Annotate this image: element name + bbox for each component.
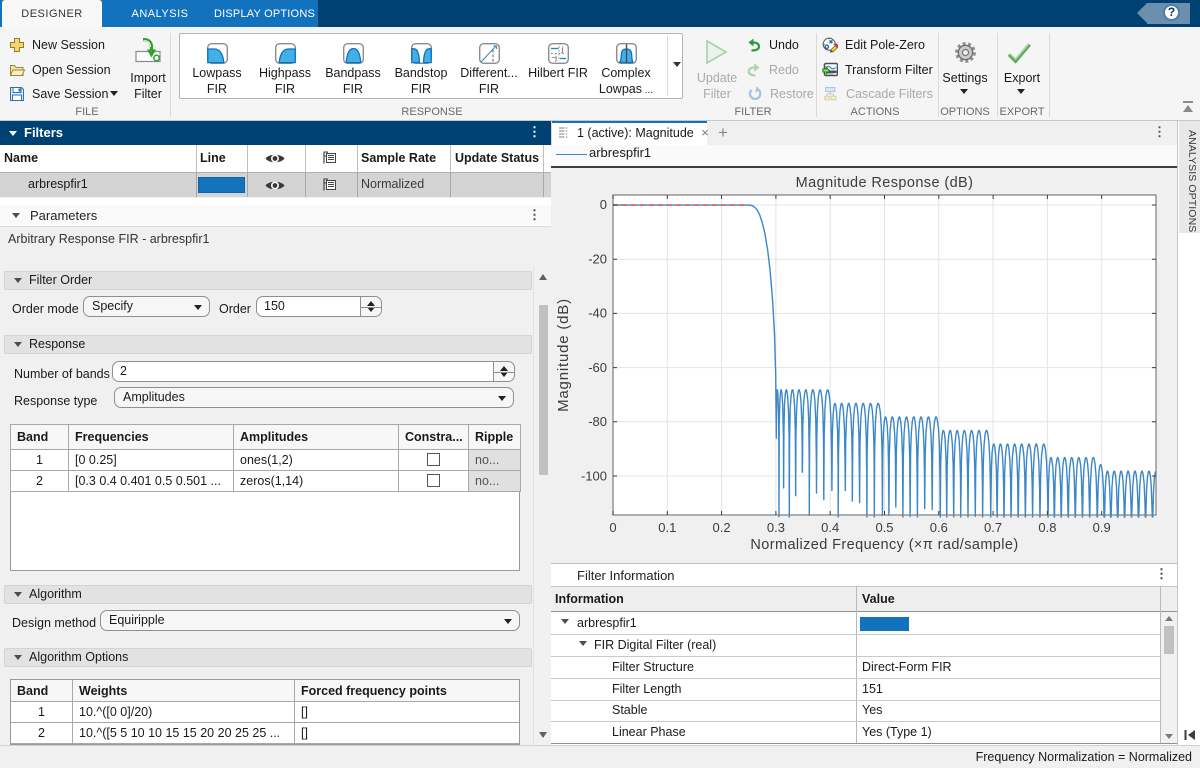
svg-text:Normalized Frequency (×π rad/s: Normalized Frequency (×π rad/sample) — [750, 537, 1018, 553]
svg-text:-80: -80 — [588, 414, 607, 429]
svg-text:-60: -60 — [588, 360, 607, 375]
svg-text:0.7: 0.7 — [984, 520, 1002, 535]
svg-text:-100: -100 — [581, 468, 607, 483]
svg-text:0: 0 — [609, 520, 616, 535]
svg-text:0.8: 0.8 — [1038, 520, 1056, 535]
svg-text:-40: -40 — [588, 306, 607, 321]
svg-text:j: j — [560, 46, 563, 53]
svg-text:0.5: 0.5 — [875, 520, 893, 535]
svg-text:0.3: 0.3 — [767, 520, 785, 535]
svg-text:Magnitude Response (dB): Magnitude Response (dB) — [796, 175, 974, 191]
svg-text:0: 0 — [600, 197, 607, 212]
svg-text:-20: -20 — [588, 252, 607, 267]
svg-text:0.1: 0.1 — [658, 520, 676, 535]
svg-text:−j: −j — [551, 55, 557, 62]
svg-text:0.4: 0.4 — [821, 520, 839, 535]
svg-text:Magnitude (dB): Magnitude (dB) — [555, 298, 572, 412]
svg-text:0.6: 0.6 — [930, 520, 948, 535]
svg-text:0.9: 0.9 — [1093, 520, 1111, 535]
svg-text:0.2: 0.2 — [713, 520, 731, 535]
